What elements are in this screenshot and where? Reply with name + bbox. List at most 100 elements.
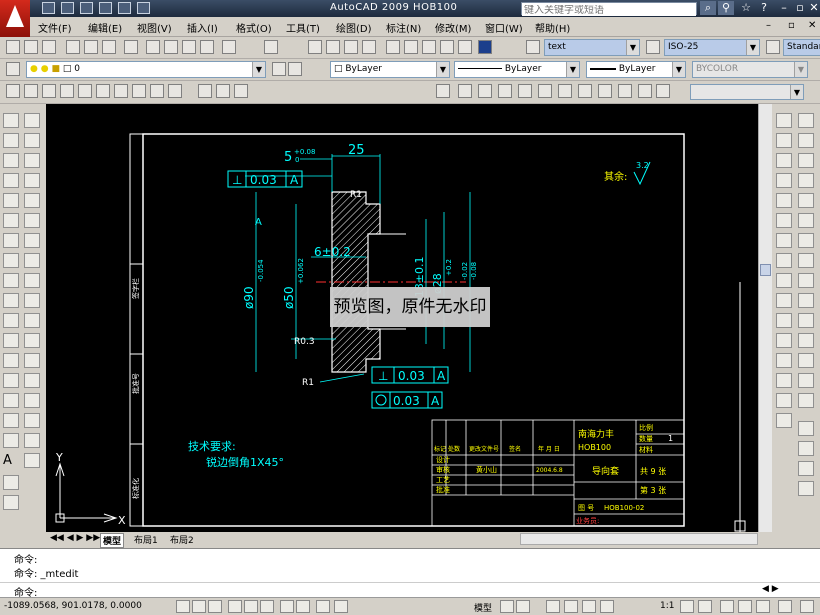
dim-text-edit-icon[interactable] (24, 433, 40, 448)
tool-palettes-icon[interactable] (422, 40, 436, 54)
dim-arc-icon[interactable] (24, 153, 40, 168)
layer-previous-icon[interactable] (288, 62, 302, 76)
extra-combo[interactable]: ▼ (690, 84, 804, 100)
text-front-icon[interactable] (538, 84, 552, 98)
properties-icon[interactable] (386, 40, 400, 54)
subscription-icon[interactable]: ⚲ (718, 1, 734, 15)
dim-style-icon[interactable] (646, 40, 660, 54)
application-menu-button[interactable] (0, 0, 30, 38)
horizontal-scrollbar[interactable] (520, 533, 758, 545)
doc-minimize-button[interactable]: – (766, 20, 771, 31)
search-field[interactable] (521, 2, 697, 16)
grid-mode-icon[interactable] (192, 600, 206, 613)
clean-screen-icon[interactable] (800, 600, 814, 613)
chevron-down-icon[interactable]: ▼ (436, 62, 449, 77)
polar-tracking-icon[interactable] (228, 600, 242, 613)
model-space-label[interactable]: 模型 (474, 601, 492, 614)
grid-icon[interactable] (234, 84, 248, 98)
dynamic-ucs-icon[interactable] (280, 600, 294, 613)
dynamic-input-icon[interactable] (296, 600, 310, 613)
lineweight-toggle-icon[interactable] (316, 600, 330, 613)
redo-icon[interactable] (137, 2, 150, 14)
orbit-icon[interactable] (3, 475, 19, 490)
chevron-down-icon[interactable]: ▼ (252, 62, 265, 77)
chevron-down-icon[interactable]: ▼ (626, 40, 639, 55)
snap-nearest-icon[interactable] (798, 313, 814, 328)
dim-style-combo[interactable]: ISO-25 ▼ (664, 39, 760, 56)
break-icon[interactable] (776, 333, 792, 348)
dim-linear-icon[interactable] (24, 113, 40, 128)
make-current-layer-icon[interactable] (272, 62, 286, 76)
scroll-thumb[interactable] (760, 264, 771, 276)
showmotion-icon[interactable] (600, 600, 614, 613)
ellipse-arc-icon[interactable] (3, 313, 19, 328)
draw-hatch-icon[interactable] (3, 393, 19, 408)
link-icon[interactable] (198, 84, 212, 98)
menu-draw[interactable]: 绘图(D) (336, 20, 372, 35)
dims-front-icon[interactable] (558, 84, 572, 98)
zoom-icon[interactable] (3, 495, 19, 510)
rotate-icon[interactable] (776, 233, 792, 248)
menu-window[interactable]: 窗口(W) (485, 20, 523, 35)
chamfer-icon[interactable] (776, 373, 792, 388)
center-mark-icon[interactable] (24, 373, 40, 388)
snap-tangent-icon[interactable] (798, 213, 814, 228)
help-tool-icon[interactable] (478, 40, 492, 54)
save-icon[interactable] (80, 2, 93, 14)
snap-none-icon[interactable] (798, 333, 814, 348)
tab-model[interactable]: 模型 (100, 533, 125, 548)
hatch-icon[interactable] (114, 84, 128, 98)
polyline-icon[interactable] (3, 153, 19, 168)
workspace-icon[interactable] (720, 600, 734, 613)
draw-order-under-icon[interactable] (798, 481, 814, 496)
point-icon[interactable] (3, 373, 19, 388)
menu-edit[interactable]: 编辑(E) (88, 20, 122, 35)
chevron-down-icon[interactable]: ▼ (672, 62, 685, 77)
snap-midpoint-icon[interactable] (798, 133, 814, 148)
open-icon[interactable] (61, 2, 74, 14)
quick-dim-icon[interactable] (24, 273, 40, 288)
layer-combo[interactable]: ● ● ■ □ 0 ▼ (26, 61, 266, 78)
menu-help[interactable]: 帮助(H) (535, 20, 570, 35)
stretch-icon[interactable] (776, 273, 792, 288)
diamond-2-icon[interactable] (598, 84, 612, 98)
tab-nav-arrows[interactable]: ◀◀ ◀ ▶ ▶▶ (48, 533, 102, 543)
binoculars-icon[interactable]: ⌕ (700, 1, 716, 15)
print-icon[interactable] (99, 2, 112, 14)
dim-baseline-icon[interactable] (24, 293, 40, 308)
chevron-down-icon[interactable]: ▼ (746, 40, 759, 55)
construction-line-icon[interactable] (3, 133, 19, 148)
trim-icon[interactable] (776, 293, 792, 308)
coordinates-readout[interactable]: -1089.0568, 901.0178, 0.0000 (4, 601, 142, 611)
steering-wheel-icon[interactable] (582, 600, 596, 613)
dim-edit-icon[interactable] (24, 413, 40, 428)
new-icon[interactable] (42, 2, 55, 14)
mirror-icon[interactable] (776, 153, 792, 168)
make-block-icon[interactable] (3, 353, 19, 368)
object-snap-icon[interactable] (244, 600, 258, 613)
draw-rectangle-icon[interactable] (3, 193, 19, 208)
polygon-icon[interactable] (3, 173, 19, 188)
snap-parallel-icon[interactable] (798, 253, 814, 268)
snap-node-icon[interactable] (798, 293, 814, 308)
sheet-set-icon[interactable] (440, 40, 454, 54)
circle-small-icon[interactable] (78, 84, 92, 98)
table-icon[interactable] (168, 84, 182, 98)
snap-intersection-icon[interactable] (798, 153, 814, 168)
snap-perpendicular-icon[interactable] (798, 233, 814, 248)
draw-order-above-icon[interactable] (798, 461, 814, 476)
offset-icon[interactable] (776, 173, 792, 188)
snap-from-icon[interactable] (798, 393, 814, 408)
menu-insert[interactable]: 插入(I) (187, 20, 218, 35)
diamond-4-icon[interactable] (638, 84, 652, 98)
snap-center-icon[interactable] (798, 173, 814, 188)
inspection-icon[interactable] (24, 393, 40, 408)
zoom-realtime-icon[interactable] (326, 40, 340, 54)
chevron-down-icon[interactable]: ▼ (794, 62, 807, 77)
plotstyle-combo[interactable]: BYCOLOR ▼ (692, 61, 808, 78)
layout-icon[interactable] (500, 600, 514, 613)
search-input[interactable] (522, 5, 696, 16)
spline-icon[interactable] (3, 273, 19, 288)
chevron-down-icon[interactable]: ▼ (790, 85, 803, 99)
ellipse-icon[interactable] (3, 293, 19, 308)
